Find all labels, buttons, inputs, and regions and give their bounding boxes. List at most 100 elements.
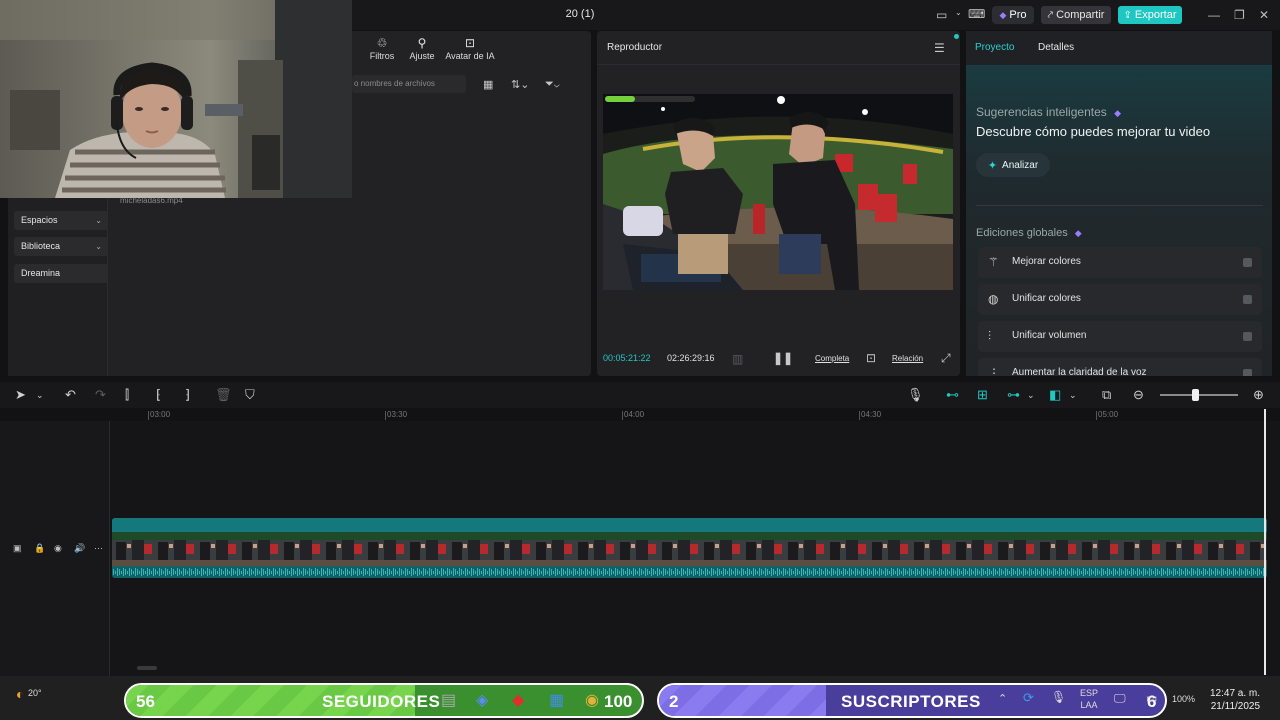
link-icon[interactable]: ⊷ bbox=[946, 387, 959, 403]
trim-left-icon[interactable]: ⁅ bbox=[156, 387, 161, 403]
undo-icon[interactable]: ↶ bbox=[65, 387, 76, 403]
select-cursor-icon[interactable]: ➤ bbox=[15, 387, 26, 403]
toggle[interactable] bbox=[1243, 295, 1252, 304]
copilot-icon[interactable]: ◈ bbox=[476, 690, 488, 710]
chevron-down-icon[interactable]: ⌄ bbox=[36, 390, 44, 401]
file-search-input[interactable]: o nombres de archivos bbox=[352, 75, 466, 93]
followers-goal: 100 bbox=[604, 692, 633, 711]
followers-count: 56 bbox=[136, 692, 155, 711]
timeline-scrollbar[interactable] bbox=[137, 666, 157, 670]
sidebar-item-dreamina[interactable]: Dreamina bbox=[14, 264, 108, 283]
audio-icon[interactable]: 🔊 bbox=[74, 543, 85, 554]
edit-voice-clarity[interactable]: ⋮ Aumentar la claridad de la voz bbox=[978, 358, 1262, 376]
divider bbox=[597, 64, 960, 65]
edit-unify-volume[interactable]: ⫶ Unificar volumen bbox=[978, 321, 1262, 352]
chrome-icon[interactable]: ◉ bbox=[585, 690, 599, 710]
sort-icon[interactable]: ⇅⌄ bbox=[511, 78, 529, 91]
weather-icon: ◐ bbox=[16, 686, 25, 702]
chevron-down-icon: ⌄ bbox=[95, 242, 102, 251]
battery-level: 100% bbox=[1172, 694, 1196, 704]
zoom-slider[interactable] bbox=[1160, 394, 1238, 396]
video-clip[interactable] bbox=[112, 518, 1267, 578]
chevron-up-icon[interactable]: ⌃ bbox=[998, 692, 1007, 705]
waveform-icon[interactable]: ▥ bbox=[732, 352, 743, 366]
sync-icon[interactable]: ⟳ bbox=[1023, 690, 1034, 706]
clip-filmstrip bbox=[112, 532, 1267, 566]
tab-filters[interactable]: ♲ Filtros bbox=[368, 36, 396, 61]
lock-icon[interactable]: 🔒 bbox=[34, 543, 45, 554]
system-clock[interactable]: 12:47 a. m. 21/11/2025 bbox=[1210, 687, 1260, 713]
tab-label: Filtros bbox=[369, 51, 395, 61]
store-icon[interactable]: ▦ bbox=[549, 690, 564, 710]
cover-icon[interactable]: ▣ bbox=[13, 543, 22, 554]
chevron-down-icon[interactable]: ⌄ bbox=[955, 8, 962, 17]
toggle[interactable] bbox=[1243, 369, 1252, 376]
split-icon[interactable]: ⫿ bbox=[125, 387, 129, 403]
more-icon[interactable]: ⋯ bbox=[94, 543, 103, 554]
eye-icon[interactable]: ◉ bbox=[54, 543, 62, 554]
current-time: 00:05:21:22 bbox=[603, 353, 651, 363]
smart-title-text: Sugerencias inteligentes bbox=[976, 105, 1107, 119]
minimize-icon[interactable]: — bbox=[1208, 8, 1220, 22]
snap-icon[interactable]: ⊶ bbox=[1007, 387, 1020, 403]
tab-ai-avatar[interactable]: ⊡ Avatar de IA bbox=[444, 36, 496, 61]
total-time: 02:26:29:16 bbox=[667, 353, 715, 363]
edit-unify-colors[interactable]: ◍ Unificar colores bbox=[978, 284, 1262, 315]
temperature: 20° bbox=[28, 688, 42, 698]
weather-widget[interactable]: ◐ bbox=[16, 686, 24, 702]
sidebar-item-library[interactable]: Biblioteca ⌄ bbox=[14, 237, 108, 256]
edit-enhance-colors[interactable]: ⚚ Mejorar colores bbox=[978, 247, 1262, 278]
tab-adjust[interactable]: ⚲ Ajuste bbox=[407, 36, 437, 61]
global-edits-title: Ediciones globales ◆ bbox=[976, 227, 1082, 239]
shortcuts-icon[interactable]: ⌨ bbox=[968, 7, 985, 21]
microphone-icon[interactable]: 🎙 bbox=[907, 387, 924, 403]
restore-icon[interactable]: ❐ bbox=[1234, 8, 1245, 22]
zoom-slider-handle[interactable] bbox=[1192, 389, 1199, 401]
pause-icon[interactable]: ❚❚ bbox=[773, 351, 793, 365]
trim-right-icon[interactable]: ⁆ bbox=[185, 387, 190, 403]
close-icon[interactable]: ✕ bbox=[1259, 8, 1269, 22]
microphone-icon[interactable]: 🎙 bbox=[1051, 690, 1066, 704]
fullscreen-icon[interactable]: ⤢ bbox=[941, 351, 951, 366]
edit-label: Unificar volumen bbox=[1012, 330, 1087, 341]
analyze-button[interactable]: ✦ Analizar bbox=[976, 153, 1050, 177]
monitor-icon[interactable]: 🖵 bbox=[1114, 691, 1126, 706]
thumbnail-icon[interactable]: ⧉ bbox=[1102, 387, 1111, 403]
tab-details[interactable]: Detalles bbox=[1038, 42, 1074, 53]
toggle[interactable] bbox=[1243, 332, 1252, 341]
filter-icon[interactable]: ⏷⌄ bbox=[545, 78, 560, 91]
ruler-tick bbox=[148, 411, 149, 420]
magnet-icon[interactable]: ⊞ bbox=[977, 387, 988, 403]
sidebar-item-label: Dreamina bbox=[21, 268, 61, 278]
snapshot-icon[interactable]: ⊡ bbox=[866, 351, 876, 365]
playhead[interactable] bbox=[1264, 409, 1266, 675]
app-icon[interactable]: ◆ bbox=[512, 690, 524, 710]
layout-icon[interactable]: ▭ bbox=[936, 8, 947, 22]
file-explorer-icon[interactable]: ▤ bbox=[441, 690, 456, 710]
video-preview[interactable] bbox=[603, 94, 953, 290]
sidebar-item-spaces[interactable]: Espacios ⌄ bbox=[14, 211, 108, 230]
chevron-down-icon[interactable]: ⌄ bbox=[1027, 390, 1035, 401]
diamond-icon: ◆ bbox=[1074, 228, 1082, 238]
share-button[interactable]: ⤤ Compartir bbox=[1041, 6, 1111, 24]
export-button[interactable]: ⇪ Exportar bbox=[1118, 6, 1182, 24]
tab-label: Ajuste bbox=[409, 51, 435, 61]
project-title[interactable]: 20 (1) bbox=[540, 8, 620, 20]
full-quality-button[interactable]: Completa bbox=[815, 354, 849, 363]
zoom-out-icon[interactable]: ⊖ bbox=[1133, 387, 1144, 403]
battery-icon[interactable]: ▭ bbox=[1146, 691, 1157, 705]
preview-axis-icon[interactable]: ◧ bbox=[1049, 387, 1061, 403]
ratio-button[interactable]: Relación bbox=[892, 354, 923, 363]
language-indicator[interactable]: ESP LAA bbox=[1080, 687, 1098, 711]
chevron-down-icon[interactable]: ⌄ bbox=[1069, 390, 1077, 401]
pro-badge[interactable]: ◆ Pro bbox=[992, 6, 1034, 24]
marker-icon[interactable]: ⛉ bbox=[245, 387, 255, 403]
menu-icon[interactable]: ☰ bbox=[934, 41, 945, 55]
tab-project[interactable]: Proyecto bbox=[975, 42, 1014, 53]
grid-view-icon[interactable]: ▦ bbox=[483, 78, 493, 91]
zoom-in-icon[interactable]: ⊕ bbox=[1253, 387, 1264, 403]
toggle[interactable] bbox=[1243, 258, 1252, 267]
tab-label: Avatar de IA bbox=[445, 51, 495, 61]
sparkle-icon: ✦ bbox=[987, 159, 998, 172]
sliders-icon: ⫶ bbox=[988, 329, 992, 343]
